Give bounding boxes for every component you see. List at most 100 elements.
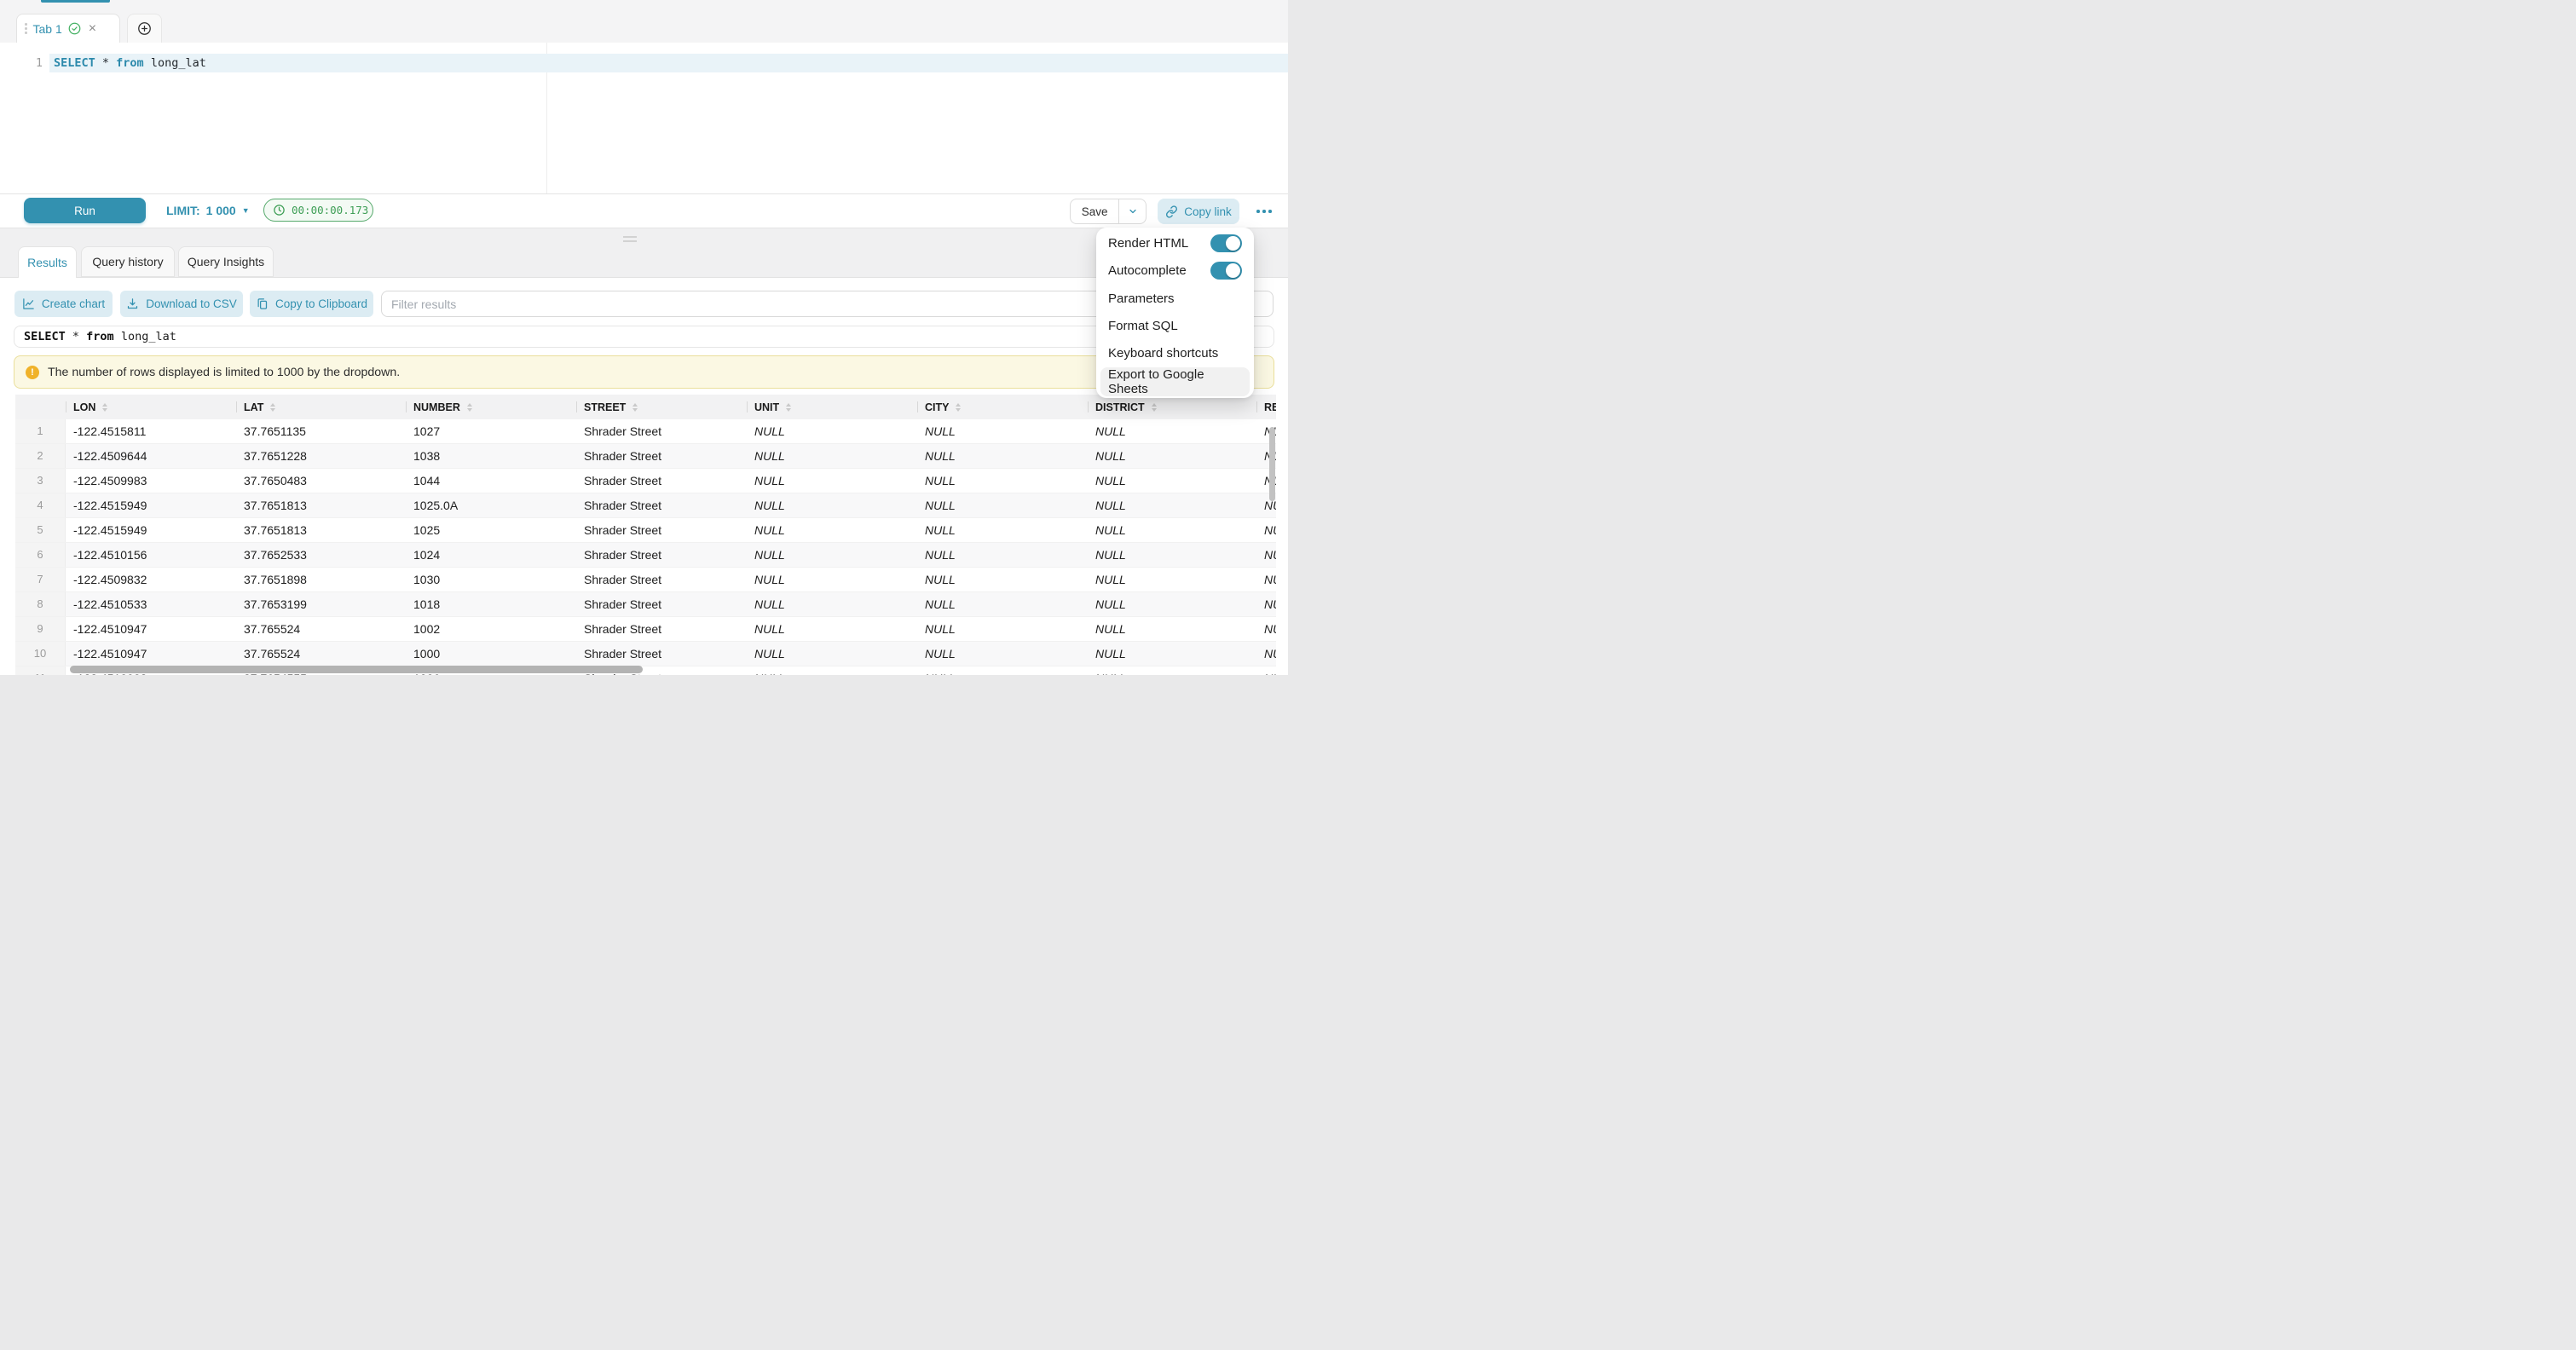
table-row[interactable]: 8-122.451053337.76531991018Shrader Stree… bbox=[15, 592, 1276, 617]
cell-region[interactable]: NULL bbox=[1256, 617, 1276, 641]
cell-lon[interactable]: -122.4510947 bbox=[66, 642, 236, 666]
cell-number[interactable]: 1027 bbox=[406, 419, 576, 443]
cell-city[interactable]: NULL bbox=[917, 469, 1088, 493]
column-header-street[interactable]: STREET bbox=[576, 395, 747, 419]
cell-district[interactable]: NULL bbox=[1088, 469, 1256, 493]
save-button[interactable]: Save bbox=[1071, 199, 1118, 223]
cell-unit[interactable]: NULL bbox=[747, 419, 917, 443]
tab-query-history[interactable]: Query history bbox=[81, 246, 175, 277]
save-options-button[interactable] bbox=[1118, 199, 1146, 223]
column-header-region[interactable]: REGION bbox=[1256, 395, 1276, 419]
cell-lat[interactable]: 37.7653199 bbox=[236, 592, 406, 616]
drag-handle-icon[interactable] bbox=[25, 23, 27, 34]
cell-street[interactable]: Shrader Street bbox=[576, 518, 747, 542]
toggle-render-html[interactable] bbox=[1210, 234, 1242, 252]
table-row[interactable]: 5-122.451594937.76518131025Shrader Stree… bbox=[15, 518, 1276, 543]
menu-item-parameters[interactable]: Parameters bbox=[1096, 285, 1254, 312]
cell-lon[interactable]: -122.4510533 bbox=[66, 592, 236, 616]
column-header-lon[interactable]: LON bbox=[66, 395, 236, 419]
menu-item-export-to-google-sheets[interactable]: Export to Google Sheets bbox=[1100, 367, 1250, 396]
column-header-district[interactable]: DISTRICT bbox=[1088, 395, 1256, 419]
cell-city[interactable]: NULL bbox=[917, 642, 1088, 666]
cell-lon[interactable]: -122.4509644 bbox=[66, 444, 236, 468]
pane-resize-handle[interactable] bbox=[623, 236, 637, 245]
cell-city[interactable]: NULL bbox=[917, 444, 1088, 468]
cell-unit[interactable]: NULL bbox=[747, 518, 917, 542]
vertical-scrollbar-thumb[interactable] bbox=[1269, 427, 1275, 501]
cell-lon[interactable]: -122.4509983 bbox=[66, 469, 236, 493]
cell-unit[interactable]: NULL bbox=[747, 444, 917, 468]
table-row[interactable]: 6-122.451015637.76525331024Shrader Stree… bbox=[15, 543, 1276, 568]
horizontal-scrollbar-thumb[interactable] bbox=[70, 666, 643, 673]
cell-number[interactable]: 1025 bbox=[406, 518, 576, 542]
menu-item-render-html[interactable]: Render HTML bbox=[1096, 229, 1254, 257]
cell-street[interactable]: Shrader Street bbox=[576, 642, 747, 666]
more-options-button[interactable] bbox=[1251, 199, 1277, 224]
table-row[interactable]: 2-122.450964437.76512281038Shrader Stree… bbox=[15, 444, 1276, 469]
column-header-lat[interactable]: LAT bbox=[236, 395, 406, 419]
cell-number[interactable]: 1025.0A bbox=[406, 493, 576, 517]
cell-street[interactable]: Shrader Street bbox=[576, 543, 747, 567]
cell-unit[interactable]: NULL bbox=[747, 469, 917, 493]
cell-district[interactable]: NULL bbox=[1088, 592, 1256, 616]
cell-street[interactable]: Shrader Street bbox=[576, 469, 747, 493]
cell-number[interactable]: 1002 bbox=[406, 617, 576, 641]
cell-unit[interactable]: NULL bbox=[747, 592, 917, 616]
copy-to-clipboard-button[interactable]: Copy to Clipboard bbox=[250, 291, 373, 317]
cell-street[interactable]: Shrader Street bbox=[576, 419, 747, 443]
cell-street[interactable]: Shrader Street bbox=[576, 568, 747, 591]
cell-district[interactable]: NULL bbox=[1088, 419, 1256, 443]
copy-link-button[interactable]: Copy link bbox=[1158, 199, 1239, 224]
new-tab-button[interactable] bbox=[127, 14, 162, 43]
cell-region[interactable]: NULL bbox=[1256, 568, 1276, 591]
cell-unit[interactable]: NULL bbox=[747, 642, 917, 666]
cell-region[interactable]: NULL bbox=[1256, 592, 1276, 616]
cell-lon[interactable]: -122.4509832 bbox=[66, 568, 236, 591]
menu-item-format-sql[interactable]: Format SQL bbox=[1096, 312, 1254, 339]
cell-lat[interactable]: 37.765524 bbox=[236, 642, 406, 666]
cell-region[interactable]: NULL bbox=[1256, 543, 1276, 567]
table-row[interactable]: 3-122.450998337.76504831044Shrader Stree… bbox=[15, 469, 1276, 493]
sql-code-line[interactable]: SELECT * from long_lat bbox=[54, 54, 206, 72]
menu-item-autocomplete[interactable]: Autocomplete bbox=[1096, 257, 1254, 284]
column-header-number[interactable]: NUMBER bbox=[406, 395, 576, 419]
table-row[interactable]: 9-122.451094737.7655241002Shrader Street… bbox=[15, 617, 1276, 642]
cell-street[interactable]: Shrader Street bbox=[576, 493, 747, 517]
cell-street[interactable]: Shrader Street bbox=[576, 592, 747, 616]
cell-district[interactable]: NULL bbox=[1088, 617, 1256, 641]
cell-region[interactable]: NULL bbox=[1256, 642, 1276, 666]
cell-lat[interactable]: 37.7652533 bbox=[236, 543, 406, 567]
cell-lat[interactable]: 37.765524 bbox=[236, 617, 406, 641]
cell-unit[interactable]: NULL bbox=[747, 568, 917, 591]
limit-dropdown[interactable]: LIMIT: 1 000 ▼ bbox=[166, 198, 250, 223]
download-csv-button[interactable]: Download to CSV bbox=[120, 291, 243, 317]
cell-lon[interactable]: -122.4515811 bbox=[66, 419, 236, 443]
tab-results[interactable]: Results bbox=[18, 246, 77, 278]
cell-lat[interactable]: 37.7651813 bbox=[236, 518, 406, 542]
cell-lon[interactable]: -122.4515949 bbox=[66, 518, 236, 542]
column-header-city[interactable]: CITY bbox=[917, 395, 1088, 419]
cell-district[interactable]: NULL bbox=[1088, 543, 1256, 567]
column-header-unit[interactable]: UNIT bbox=[747, 395, 917, 419]
close-tab-icon[interactable]: × bbox=[89, 22, 96, 36]
cell-lon[interactable]: -122.4515949 bbox=[66, 493, 236, 517]
cell-number[interactable]: 1024 bbox=[406, 543, 576, 567]
cell-district[interactable]: NULL bbox=[1088, 493, 1256, 517]
cell-district[interactable]: NULL bbox=[1088, 568, 1256, 591]
toggle-autocomplete[interactable] bbox=[1210, 262, 1242, 280]
cell-city[interactable]: NULL bbox=[917, 543, 1088, 567]
cell-lat[interactable]: 37.7651228 bbox=[236, 444, 406, 468]
cell-unit[interactable]: NULL bbox=[747, 666, 917, 675]
cell-lat[interactable]: 37.7651135 bbox=[236, 419, 406, 443]
cell-unit[interactable]: NULL bbox=[747, 617, 917, 641]
cell-city[interactable]: NULL bbox=[917, 592, 1088, 616]
cell-region[interactable]: NULL bbox=[1256, 666, 1276, 675]
cell-number[interactable]: 1000 bbox=[406, 642, 576, 666]
cell-lon[interactable]: -122.4510947 bbox=[66, 617, 236, 641]
create-chart-button[interactable]: Create chart bbox=[14, 291, 113, 317]
table-row[interactable]: 4-122.451594937.76518131025.0AShrader St… bbox=[15, 493, 1276, 518]
cell-street[interactable]: Shrader Street bbox=[576, 617, 747, 641]
cell-lat[interactable]: 37.7651898 bbox=[236, 568, 406, 591]
cell-lat[interactable]: 37.7651813 bbox=[236, 493, 406, 517]
menu-item-keyboard-shortcuts[interactable]: Keyboard shortcuts bbox=[1096, 340, 1254, 367]
